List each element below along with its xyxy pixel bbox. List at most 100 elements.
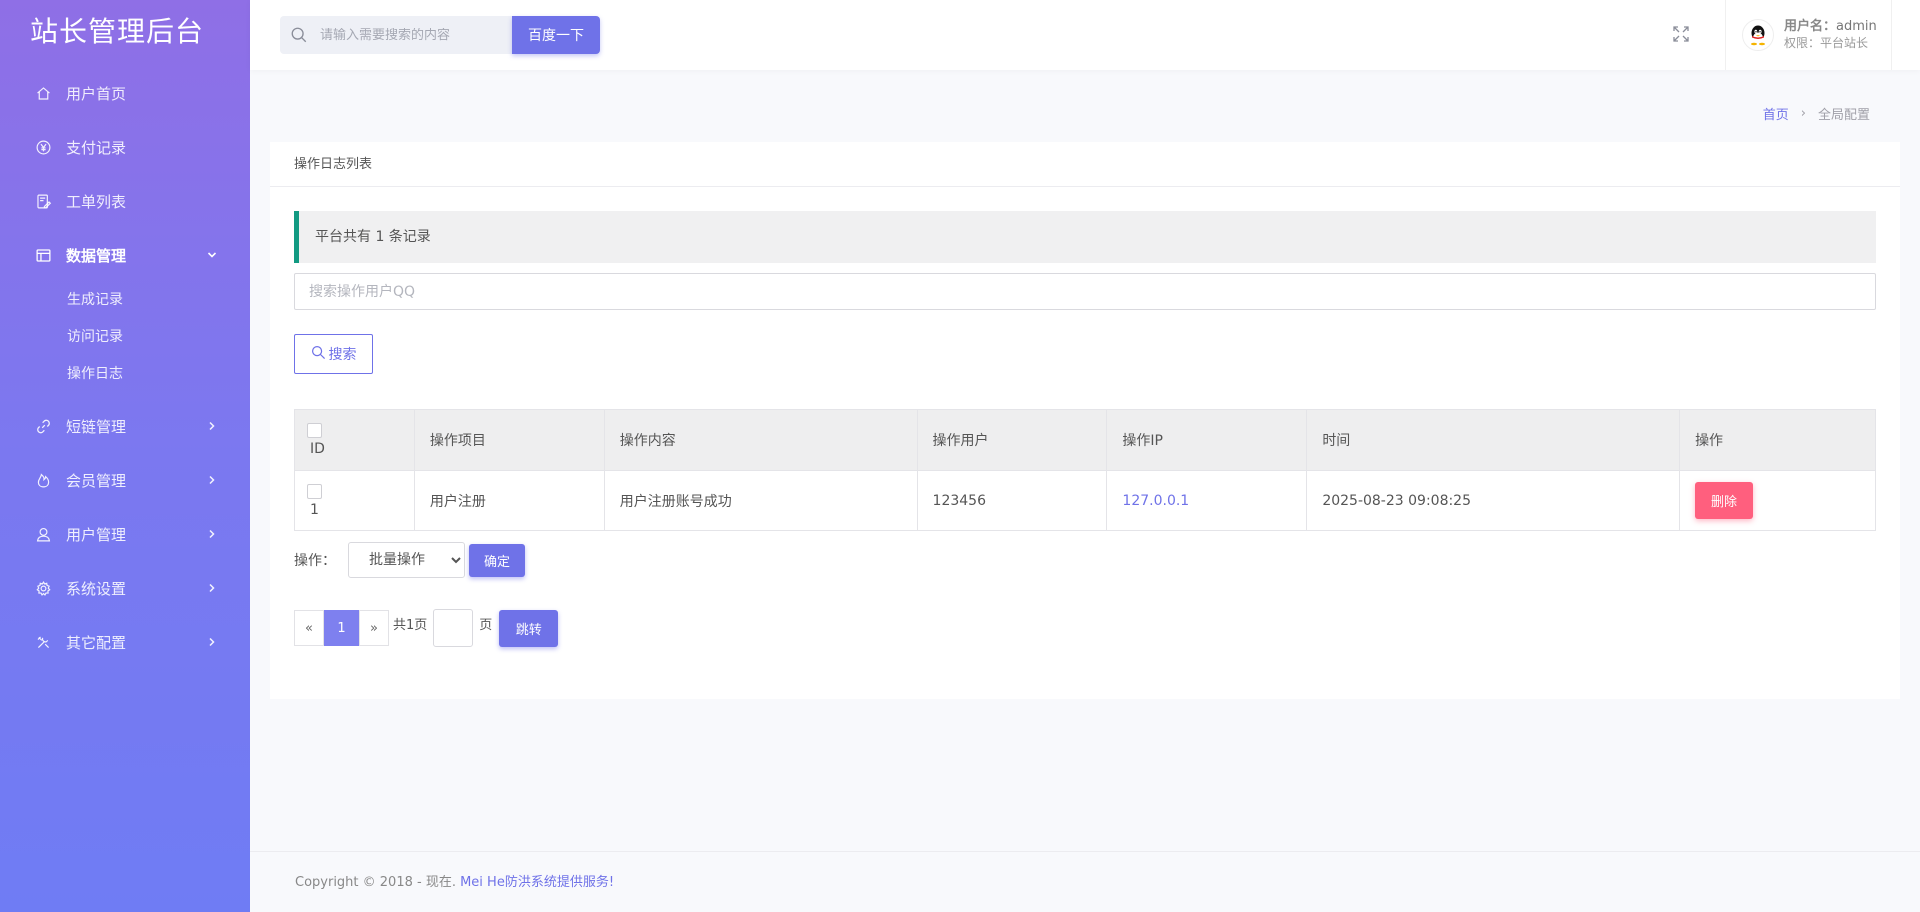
sidebar-item-label: 其它配置 [66,633,127,652]
col-item: 操作项目 [413,409,605,471]
select-all-checkbox[interactable] [307,423,322,438]
baidu-search-button[interactable]: 百度一下 [512,16,600,54]
record-count-notice: 平台共有 1 条记录 [294,211,1876,263]
copyright-text: Copyright © 2018 - 现在. [295,875,461,890]
user-menu[interactable]: 用户名：admin 权限：平台站长 [1733,14,1877,56]
ip-link[interactable]: 127.0.0.1 [1122,493,1189,509]
row-checkbox[interactable] [307,483,322,499]
user-name-label: 用户名： [1784,19,1837,34]
tools-icon [34,633,52,651]
header-divider-right [1891,0,1892,70]
sidebar-item-settings[interactable]: 系统设置 [0,561,250,615]
sidebar-item-label: 用户首页 [66,84,127,103]
fullscreen-icon[interactable] [1671,24,1691,44]
chevron-right-icon [206,420,218,432]
confirm-button[interactable]: 确定 [469,543,525,577]
sidebar-item-payments[interactable]: 支付记录 [0,120,250,174]
col-content: 操作内容 [603,409,918,471]
search-button[interactable]: 搜索 [294,334,373,374]
table-header-row: ID 操作项目 操作内容 操作用户 操作IP 时间 操作 [294,409,1876,471]
sidebar-item-tickets[interactable]: 工单列表 [0,174,250,228]
col-time: 时间 [1306,409,1681,471]
link-icon [34,417,52,435]
search-icon [311,345,326,364]
submenu-data: 生成记录 访问记录 操作日志 [0,282,250,399]
cell-item: 用户注册 [413,470,605,531]
sidebar-item-label: 短链管理 [66,417,127,436]
sidebar-item-users[interactable]: 用户管理 [0,507,250,561]
cell-content: 用户注册账号成功 [603,470,918,531]
global-search-input[interactable] [320,27,500,43]
fire-icon [34,471,52,489]
footer: Copyright © 2018 - 现在. Mei He防洪系统提供服务! [250,851,1920,912]
cell-ip: 127.0.0.1 [1106,470,1308,531]
qq-search-input[interactable] [294,273,1876,310]
batch-label: 操作： [294,553,336,569]
footer-brand-link[interactable]: Mei He防洪系统提供服务! [460,875,614,890]
gear-icon [34,579,52,597]
page-1-button[interactable]: 1 [324,610,359,646]
search-icon [290,25,310,45]
col-id-label: ID [310,441,325,457]
sidebar-item-label: 数据管理 [66,246,127,265]
user-name: admin [1836,19,1877,34]
chevron-right-icon [206,474,218,486]
total-pages: 共1页 [393,617,428,633]
sidebar-item-home[interactable]: 用户首页 [0,66,250,120]
sidebar-subitem-generate-log[interactable]: 生成记录 [0,282,250,319]
row-id: 1 [310,501,319,518]
col-ip: 操作IP [1106,409,1308,471]
jump-button[interactable]: 跳转 [499,609,559,647]
sidebar-item-shortlinks[interactable]: 短链管理 [0,399,250,453]
sidebar-subitem-operation-log[interactable]: 操作日志 [0,356,250,393]
batch-operations: 操作： 批量操作 确定 [294,541,525,579]
chevron-down-icon [206,249,218,261]
cell-user: 123456 [916,470,1108,531]
col-action: 操作 [1679,409,1876,471]
global-search [280,16,512,54]
yen-icon [34,138,52,156]
sidebar-item-label: 支付记录 [66,138,127,157]
user-role: 权限：平台站长 [1784,36,1869,50]
user-icon [34,525,52,543]
cell-id: 1 [294,470,415,531]
home-icon [34,84,52,102]
top-header: 百度一下 用户名：admin 权限：平台站长 [250,0,1920,70]
next-page-button[interactable]: » [359,610,389,646]
header-divider [1725,0,1726,70]
user-info: 用户名：admin 权限：平台站长 [1784,19,1877,51]
batch-action-select[interactable]: 批量操作 [348,542,465,578]
page-number-input[interactable] [433,609,474,647]
sidebar-nav: 用户首页 支付记录 工单列表 数据管理 生成记录 访问记录 操作日志 短链管理 … [0,66,250,669]
chevron-right-icon [206,636,218,648]
operation-log-table: ID 操作项目 操作内容 操作用户 操作IP 时间 操作 1 用户注册 用户注册… [294,409,1876,531]
chevron-right-icon [206,528,218,540]
delete-button[interactable]: 删除 [1695,482,1754,519]
sidebar-item-data[interactable]: 数据管理 [0,228,250,282]
table-row: 1 用户注册 用户注册账号成功 123456 127.0.0.1 2025-08… [294,470,1876,531]
sidebar-item-label: 会员管理 [66,471,127,490]
card-title: 操作日志列表 [270,142,1900,187]
breadcrumb-separator: › [1800,106,1806,121]
table-icon [34,246,52,264]
sidebar-subitem-visit-log[interactable]: 访问记录 [0,319,250,356]
ticket-icon [34,192,52,210]
avatar [1742,19,1774,51]
col-id: ID [294,409,415,471]
chevron-right-icon [206,582,218,594]
sidebar-item-label: 工单列表 [66,192,127,211]
col-user: 操作用户 [916,409,1108,471]
sidebar-item-members[interactable]: 会员管理 [0,453,250,507]
page-unit-label: 页 [479,617,493,633]
search-button-label: 搜索 [328,347,357,363]
pagination: « 1 » 共1页 页 跳转 [294,609,559,647]
breadcrumb-home-link[interactable]: 首页 [1763,104,1789,123]
app-title: 站长管理后台 [30,15,205,48]
cell-time: 2025-08-23 09:08:25 [1306,470,1681,531]
sidebar-item-label: 用户管理 [66,525,127,544]
prev-page-button[interactable]: « [294,610,324,646]
sidebar-item-other-config[interactable]: 其它配置 [0,615,250,669]
operation-log-card: 操作日志列表 平台共有 1 条记录 搜索 ID 操作项目 操作内容 操作用户 操… [270,142,1900,699]
cell-action: 删除 [1679,470,1876,531]
sidebar-item-label: 系统设置 [66,579,127,598]
